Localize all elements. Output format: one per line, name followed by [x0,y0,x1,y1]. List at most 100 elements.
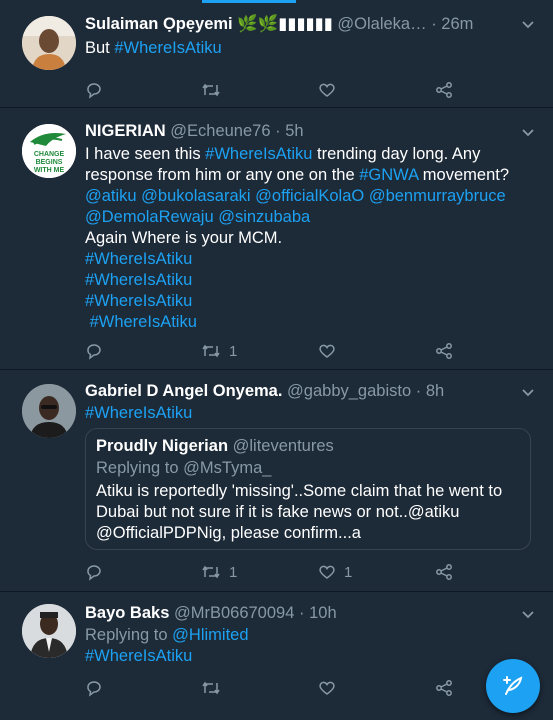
quoted-tweet-header: Proudly Nigerian @liteventures [96,435,516,457]
separator: · [431,15,437,33]
tweet-text-line: But [85,39,110,57]
tweet-header: Bayo Baks @MrB06670094 · 10h [85,602,520,624]
quoted-handle: @liteventures [232,437,334,455]
retweet-button[interactable] [201,678,221,698]
share-icon [436,343,452,359]
hashtag-link[interactable]: #WhereIsAtiku [85,270,543,291]
chevron-down-icon[interactable] [521,126,535,140]
handle[interactable]: @gabby_gabisto [287,382,411,400]
reply-button[interactable] [85,678,103,698]
like-button[interactable] [318,341,336,361]
tweet-actions: 1 [85,341,465,361]
timestamp[interactable]: 26m [441,15,473,33]
avatar[interactable] [22,604,76,658]
like-button[interactable] [318,678,336,698]
mention-links[interactable]: @DemolaRewaju @sinzubaba [85,207,543,228]
like-count: 1 [344,563,353,581]
chevron-down-icon[interactable] [521,18,535,32]
hashtag-link[interactable]: #WhereIsAtiku [85,249,543,270]
tweet[interactable]: Bayo Baks @MrB06670094 · 10h Replying to… [0,592,553,720]
timestamp[interactable]: 8h [426,382,444,400]
retweet-icon [202,565,220,579]
tweet-header: Sulaiman Ọpẹyemi 🌿🌿▮▮▮▮▮▮ @Olaleka… · 26… [85,13,520,35]
share-icon [436,680,452,696]
share-button[interactable] [435,562,453,582]
tweet[interactable]: CHANGE BEGINS WITH ME NIGERIAN @Echeune7… [0,108,553,370]
replying-to-handle: @MsTyma_ [183,459,272,477]
hashtag-link[interactable]: #GNWA [359,166,418,184]
retweet-button[interactable]: 1 [201,562,237,582]
handle[interactable]: @Olaleka… [337,15,426,33]
tweet-text: But #WhereIsAtiku [85,38,543,59]
display-name[interactable]: Gabriel D Angel Onyema. [85,382,282,400]
replying-to-handle[interactable]: @Hlimited [172,626,248,644]
quoted-tweet-text: Atiku is reportedly 'missing'..Some clai… [96,482,503,542]
share-button[interactable] [435,678,453,698]
display-name[interactable]: Bayo Baks [85,604,169,622]
reply-icon [87,565,101,581]
heart-icon [319,681,335,695]
handle[interactable]: @Echeune76 [170,122,270,140]
retweet-button[interactable]: 1 [201,341,237,361]
retweet-icon [202,344,220,358]
share-icon [436,82,452,98]
reply-button[interactable] [85,80,103,100]
share-button[interactable] [435,80,453,100]
hashtag-link[interactable]: #WhereIsAtiku [85,312,543,333]
share-button[interactable] [435,341,453,361]
replying-to: Replying to @Hlimited [85,626,249,644]
tweet-text-line: Again Where is your MCM. [85,229,283,247]
tweet-text-line: I have seen this #WhereIsAtiku trending … [85,145,481,163]
retweet-count: 1 [229,342,238,360]
tweet-actions: 1 1 [85,562,465,582]
svg-text:CHANGE: CHANGE [34,151,65,158]
avatar[interactable]: CHANGE BEGINS WITH ME [22,124,76,178]
reply-icon [87,681,101,697]
reply-icon [87,344,101,360]
like-button[interactable] [318,80,336,100]
separator: · [275,122,281,140]
tweet-actions [85,678,465,698]
heart-icon [319,344,335,358]
mention-links[interactable]: @atiku @bukolasaraki @officialKolaO @ben… [85,186,543,207]
share-icon [436,564,452,580]
hashtag-link[interactable]: #WhereIsAtiku [85,646,543,667]
quoted-display-name: Proudly Nigerian [96,437,229,455]
separator: · [299,604,305,622]
reply-icon [87,83,101,99]
timestamp[interactable]: 10h [309,604,337,622]
chevron-down-icon[interactable] [521,608,535,622]
timestamp[interactable]: 5h [285,122,303,140]
hashtag-link[interactable]: #WhereIsAtiku [85,403,543,424]
replying-to: Replying to @MsTyma_ [96,459,272,477]
compose-tweet-button[interactable] [486,659,540,713]
tweet-text-line: response from him or any one on the #GNW… [85,166,510,184]
separator: · [415,382,422,400]
heart-icon [319,83,335,97]
tweet-header: Gabriel D Angel Onyema. @gabby_gabisto ·… [85,380,520,402]
tweet-text: I have seen this #WhereIsAtiku trending … [85,144,543,333]
hashtag-link[interactable]: #WhereIsAtiku [114,39,221,57]
svg-text:BEGINS: BEGINS [36,159,63,166]
avatar[interactable] [22,384,76,438]
retweet-button[interactable] [201,80,221,100]
hashtag-link[interactable]: #WhereIsAtiku [85,291,543,312]
retweet-icon [202,681,220,695]
handle[interactable]: @MrB06670094 [174,604,294,622]
avatar[interactable] [22,16,76,70]
tweet-actions [85,80,465,100]
reply-button[interactable] [85,341,103,361]
hashtag-link[interactable]: #WhereIsAtiku [205,145,312,163]
retweet-icon [202,83,220,97]
like-button[interactable]: 1 [318,562,352,582]
quoted-tweet[interactable]: Proudly Nigerian @liteventures Replying … [85,428,531,550]
tweet-header: NIGERIAN @Echeune76 · 5h [85,120,520,142]
tweet[interactable]: Gabriel D Angel Onyema. @gabby_gabisto ·… [0,370,553,592]
display-name[interactable]: Sulaiman Ọpẹyemi 🌿🌿▮▮▮▮▮▮ [85,15,333,33]
display-name[interactable]: NIGERIAN [85,122,166,140]
retweet-count: 1 [229,563,238,581]
tweet[interactable]: Sulaiman Ọpẹyemi 🌿🌿▮▮▮▮▮▮ @Olaleka… · 26… [0,0,553,108]
chevron-down-icon[interactable] [521,386,535,400]
reply-button[interactable] [85,562,103,582]
compose-tweet-icon [503,676,523,695]
